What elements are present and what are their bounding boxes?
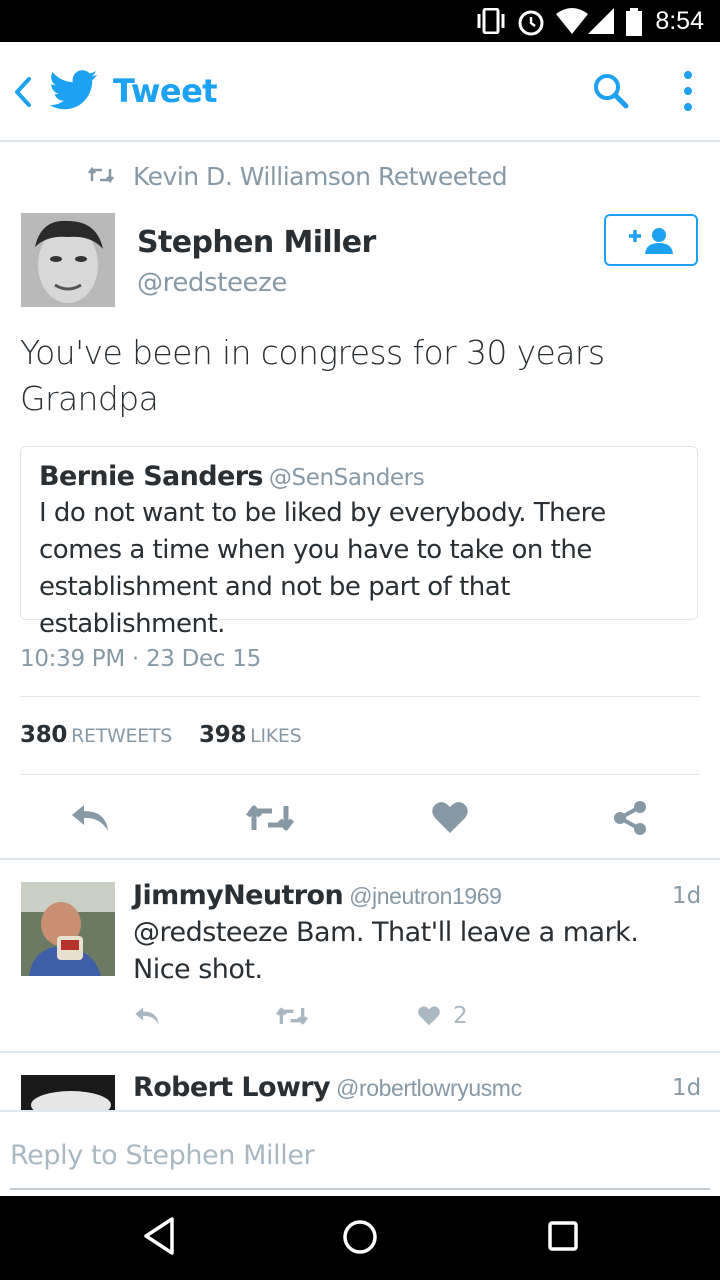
reply-composer[interactable]: Reply to Stephen Miller <box>0 1110 720 1198</box>
wifi-icon <box>556 8 588 34</box>
alarm-icon <box>518 10 544 36</box>
tweet-text: You've been in congress for 30 years Gra… <box>20 333 605 418</box>
retweet-icon[interactable] <box>246 804 294 832</box>
reply-time: 1d <box>672 1075 702 1101</box>
navigation-bar <box>0 1196 720 1280</box>
vibrate-icon <box>477 8 505 34</box>
divider <box>20 696 700 697</box>
share-icon[interactable] <box>612 800 648 836</box>
quoted-author-handle: @SenSanders <box>268 465 425 491</box>
nav-recents-icon[interactable] <box>547 1220 579 1252</box>
back-icon[interactable] <box>12 76 34 108</box>
search-icon[interactable] <box>592 72 630 110</box>
reply-text: @redsteeze Bam. That'll leave a mark. Ni… <box>133 917 639 985</box>
like-icon[interactable] <box>432 800 468 834</box>
divider <box>0 858 720 860</box>
divider <box>0 1051 720 1053</box>
retweet-icon[interactable] <box>276 1006 308 1026</box>
battery-icon <box>626 8 642 36</box>
quoted-author-name: Bernie Sanders <box>39 461 264 492</box>
twitter-bird-icon <box>50 70 98 110</box>
page-title: Tweet <box>113 72 218 110</box>
avatar[interactable] <box>21 1075 115 1110</box>
author-handle[interactable]: @redsteeze <box>137 268 287 298</box>
retweet-context: Kevin D. Williamson Retweeted <box>133 162 508 191</box>
nav-back-icon[interactable] <box>142 1216 176 1256</box>
avatar-photo <box>21 1075 115 1110</box>
reply-author-handle[interactable]: @robertlowryusmc <box>336 1075 522 1101</box>
retweets-label[interactable]: RETWEETS <box>71 725 172 747</box>
signal-icon <box>588 8 614 34</box>
tweet-timestamp: 10:39 PM · 23 Dec 15 <box>20 646 261 672</box>
status-time: 8:54 <box>655 7 704 35</box>
retweet-icon <box>88 166 114 184</box>
reply-header: Robert Lowry @robertlowryusmc <box>133 1072 653 1103</box>
app-bar: Tweet <box>0 42 720 142</box>
follow-icon <box>629 228 673 254</box>
author-name[interactable]: Stephen Miller <box>137 225 376 260</box>
engagement-stats: 380 RETWEETS 398 LIKES <box>20 722 321 748</box>
quoted-tweet-text: I do not want to be liked by everybody. … <box>39 498 606 639</box>
avatar[interactable] <box>21 882 115 976</box>
reply-header: JimmyNeutron @jneutron1969 <box>133 880 653 911</box>
status-bar: 8:54 <box>0 0 720 42</box>
reply-icon[interactable] <box>70 803 110 833</box>
follow-button[interactable] <box>604 214 698 266</box>
reply-like-count: 2 <box>453 1003 468 1029</box>
avatar-photo <box>21 882 115 976</box>
avatar[interactable] <box>21 213 115 307</box>
likes-count[interactable]: 398 <box>199 722 246 748</box>
reply-input-placeholder[interactable]: Reply to Stephen Miller <box>10 1140 315 1171</box>
likes-label[interactable]: LIKES <box>250 725 302 747</box>
overflow-menu-icon[interactable] <box>682 70 694 112</box>
reply-author-name[interactable]: Robert Lowry <box>133 1072 331 1103</box>
quoted-tweet[interactable]: Bernie Sanders @SenSanders I do not want … <box>20 446 698 639</box>
reply-author-handle[interactable]: @jneutron1969 <box>349 883 502 909</box>
nav-home-icon[interactable] <box>342 1219 378 1255</box>
reply-time: 1d <box>672 883 702 909</box>
reply-icon[interactable] <box>134 1006 160 1026</box>
avatar-photo <box>21 213 115 307</box>
divider <box>20 774 700 775</box>
like-icon[interactable] <box>418 1005 440 1026</box>
retweets-count[interactable]: 380 <box>20 722 67 748</box>
input-underline <box>10 1188 710 1190</box>
reply-author-name[interactable]: JimmyNeutron <box>133 880 344 911</box>
